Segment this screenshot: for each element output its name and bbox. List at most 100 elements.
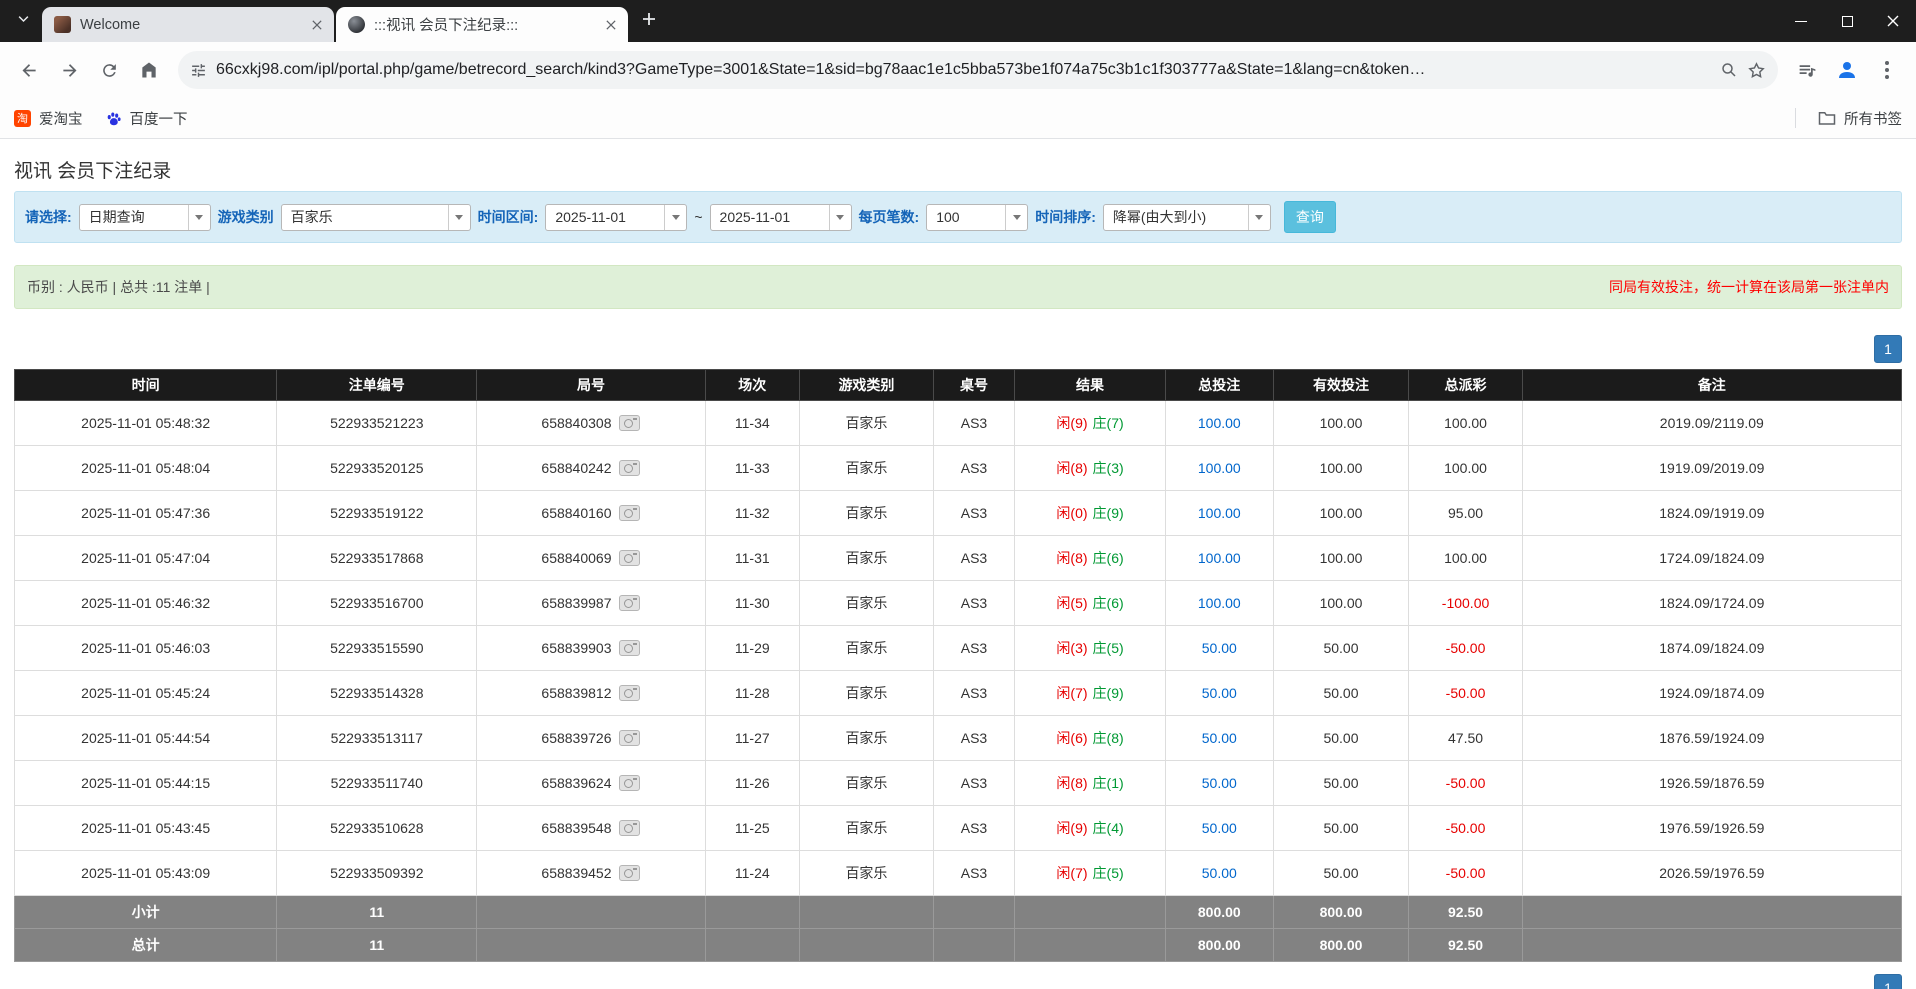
cell-total-bet: 50.00 — [1166, 851, 1274, 896]
total-bet-link[interactable]: 100.00 — [1198, 595, 1241, 611]
minimize-button[interactable] — [1778, 0, 1824, 42]
cell-payout: 47.50 — [1409, 716, 1522, 761]
total-bet-link[interactable]: 50.00 — [1202, 865, 1237, 881]
total-bet-link[interactable]: 50.00 — [1202, 640, 1237, 656]
cell-session: 11-31 — [705, 536, 799, 581]
tab-close-icon[interactable] — [601, 15, 620, 34]
cell-session: 11-24 — [705, 851, 799, 896]
bookmark-taobao[interactable]: 淘 爱淘宝 — [14, 108, 83, 129]
summary-bar: 币别 : 人民币 | 总共 :11 注单 | 同局有效投注，统一计算在该局第一张… — [14, 265, 1902, 309]
result-banker: 庄(7) — [1093, 415, 1124, 431]
browser-menu-button[interactable] — [1868, 51, 1906, 89]
site-settings-icon[interactable] — [190, 62, 207, 79]
tab-betrecord[interactable]: :::视讯 会员下注纪录::: — [336, 7, 628, 42]
date-to-select[interactable]: 2025-11-01 — [710, 204, 852, 231]
per-page-select[interactable]: 100 — [926, 204, 1028, 231]
bookmarks-divider — [1795, 108, 1796, 128]
video-replay-icon[interactable] — [619, 775, 640, 791]
profile-button[interactable] — [1828, 51, 1866, 89]
betrecord-favicon — [348, 16, 365, 33]
cell-bet-id: 522933520125 — [277, 446, 477, 491]
video-replay-icon[interactable] — [619, 415, 640, 431]
video-replay-icon[interactable] — [619, 640, 640, 656]
cell-bet-id: 522933513117 — [277, 716, 477, 761]
cell-time: 2025-11-01 05:46:32 — [15, 581, 277, 626]
back-button[interactable] — [10, 51, 48, 89]
chevron-down-icon — [1005, 205, 1027, 230]
cell-time: 2025-11-01 05:43:45 — [15, 806, 277, 851]
table-row: 2025-11-01 05:48:04 522933520125 6588402… — [15, 446, 1902, 491]
cell-valid-bet: 50.00 — [1273, 626, 1409, 671]
maximize-button[interactable] — [1824, 0, 1870, 42]
chevron-down-icon — [664, 205, 686, 230]
page-1-button[interactable]: 1 — [1874, 335, 1902, 363]
game-type-select[interactable]: 百家乐 — [281, 204, 471, 231]
cell-round: 658840308 — [477, 401, 705, 446]
cell-game-type: 百家乐 — [799, 491, 933, 536]
cell-result: 闲(7)庄(5) — [1015, 851, 1166, 896]
video-replay-icon[interactable] — [619, 505, 640, 521]
total-bet-link[interactable]: 100.00 — [1198, 415, 1241, 431]
cell-round: 658840069 — [477, 536, 705, 581]
video-replay-icon[interactable] — [619, 460, 640, 476]
bookmark-star-icon[interactable] — [1747, 61, 1766, 80]
home-button[interactable] — [130, 51, 168, 89]
url-text[interactable]: 66cxkj98.com/ipl/portal.php/game/betreco… — [216, 61, 1711, 79]
total-bet-link[interactable]: 100.00 — [1198, 550, 1241, 566]
total-bet-link[interactable]: 50.00 — [1202, 730, 1237, 746]
cell-result: 闲(8)庄(3) — [1015, 446, 1166, 491]
date-from-select[interactable]: 2025-11-01 — [545, 204, 687, 231]
video-replay-icon[interactable] — [619, 865, 640, 881]
video-replay-icon[interactable] — [619, 820, 640, 836]
bet-record-table: 时间 注单编号 局号 场次 游戏类别 桌号 结果 总投注 有效投注 总派彩 备注… — [14, 369, 1902, 962]
cell-table-no: AS3 — [933, 491, 1014, 536]
search-button[interactable]: 查询 — [1284, 201, 1336, 233]
per-page-value: 100 — [927, 209, 1005, 225]
total-bet-link[interactable]: 100.00 — [1198, 505, 1241, 521]
cell-valid-bet: 100.00 — [1273, 446, 1409, 491]
col-header-bet-id: 注单编号 — [277, 370, 477, 401]
date-from-value: 2025-11-01 — [546, 209, 664, 225]
new-tab-button[interactable] — [634, 4, 664, 34]
total-bet-link[interactable]: 100.00 — [1198, 460, 1241, 476]
media-controls-button[interactable] — [1788, 51, 1826, 89]
cell-table-no: AS3 — [933, 626, 1014, 671]
cell-bet-id: 522933509392 — [277, 851, 477, 896]
video-replay-icon[interactable] — [619, 595, 640, 611]
tab-search-button[interactable] — [8, 4, 38, 32]
address-bar[interactable]: 66cxkj98.com/ipl/portal.php/game/betreco… — [178, 51, 1778, 89]
result-banker: 庄(9) — [1093, 685, 1124, 701]
video-replay-icon[interactable] — [619, 730, 640, 746]
sort-select[interactable]: 降幂(由大到小) — [1103, 204, 1271, 231]
refresh-button[interactable] — [90, 51, 128, 89]
all-bookmarks-button[interactable]: 所有书签 — [1818, 108, 1902, 129]
zoom-icon[interactable] — [1720, 61, 1738, 79]
col-header-valid-bet: 有效投注 — [1273, 370, 1409, 401]
page-1-button[interactable]: 1 — [1874, 974, 1902, 989]
bookmark-baidu[interactable]: 百度一下 — [105, 108, 188, 129]
cell-session: 11-29 — [705, 626, 799, 671]
video-replay-icon[interactable] — [619, 550, 640, 566]
cell-total-bet: 50.00 — [1166, 761, 1274, 806]
cell-payout: -50.00 — [1409, 851, 1522, 896]
close-button[interactable] — [1870, 0, 1916, 42]
tab-welcome[interactable]: Welcome — [42, 7, 334, 42]
close-icon — [606, 20, 616, 30]
tab-close-icon[interactable] — [307, 15, 326, 34]
col-header-session: 场次 — [705, 370, 799, 401]
cell-result: 闲(7)庄(9) — [1015, 671, 1166, 716]
chevron-down-icon — [448, 205, 470, 230]
filter-bar: 请选择: 日期查询 游戏类别 百家乐 时间区间: 2025-11-01 ~ 20… — [14, 191, 1902, 243]
forward-button[interactable] — [50, 51, 88, 89]
query-type-select[interactable]: 日期查询 — [79, 204, 211, 231]
cell-round: 658839812 — [477, 671, 705, 716]
cell-result: 闲(5)庄(6) — [1015, 581, 1166, 626]
bookmark-label: 百度一下 — [130, 108, 188, 129]
total-bet-link[interactable]: 50.00 — [1202, 685, 1237, 701]
cell-game-type: 百家乐 — [799, 626, 933, 671]
cell-result: 闲(0)庄(9) — [1015, 491, 1166, 536]
total-bet-link[interactable]: 50.00 — [1202, 820, 1237, 836]
close-icon — [312, 20, 322, 30]
video-replay-icon[interactable] — [619, 685, 640, 701]
total-bet-link[interactable]: 50.00 — [1202, 775, 1237, 791]
